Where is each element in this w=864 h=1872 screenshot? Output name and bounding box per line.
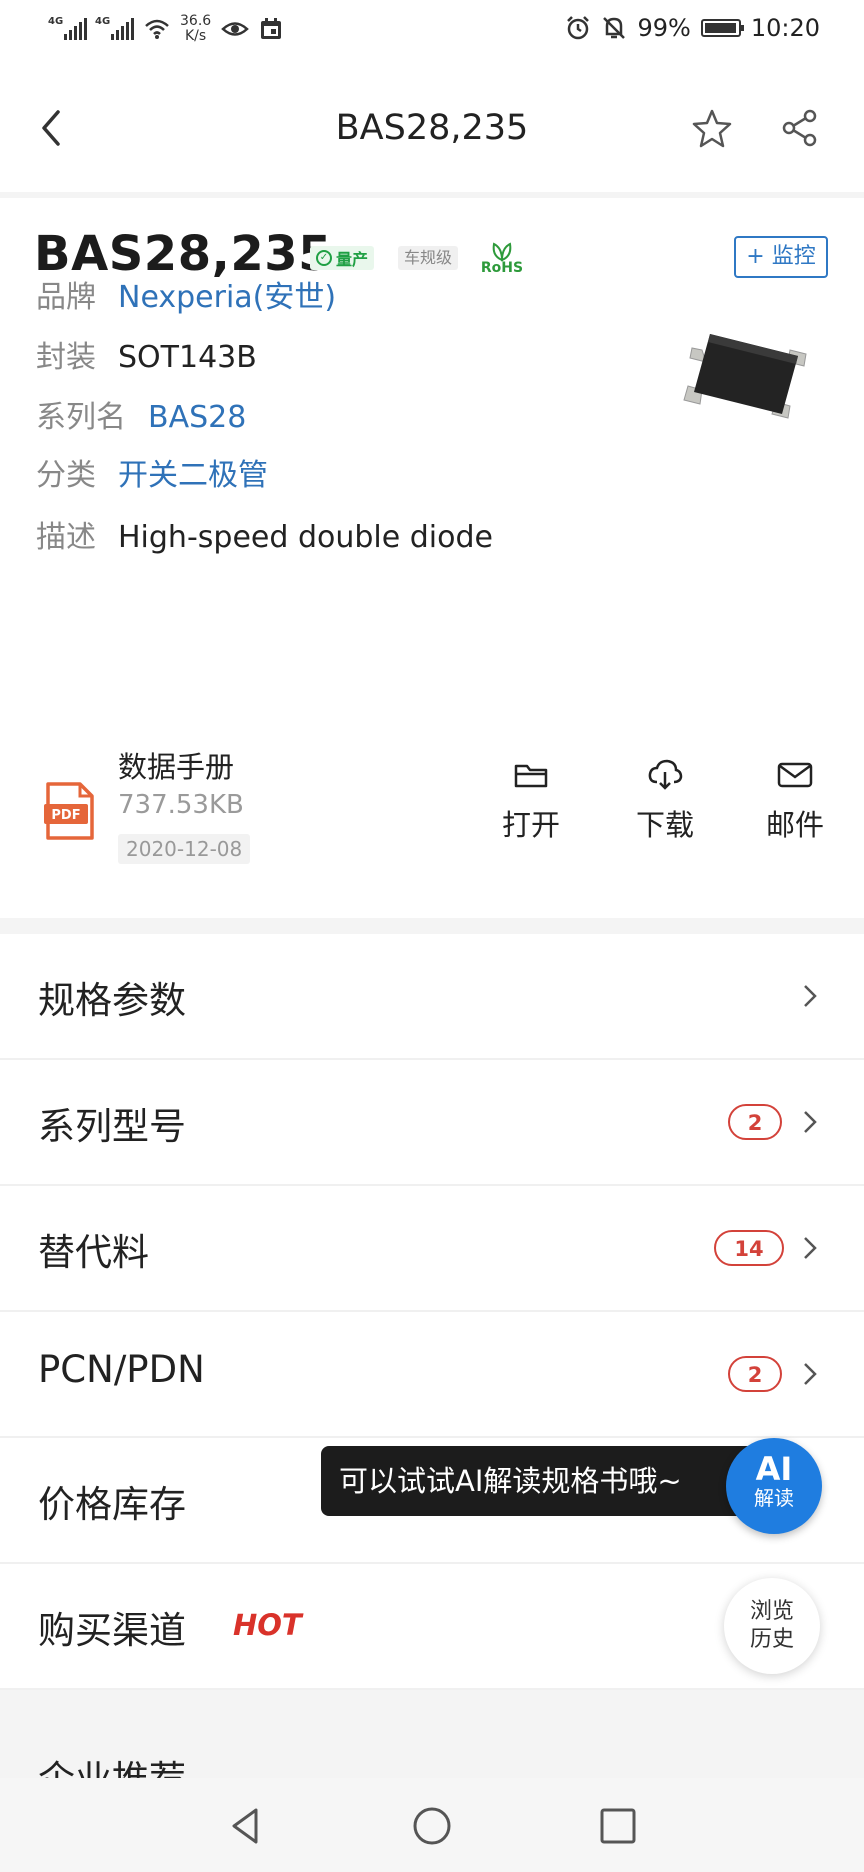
detail-menu: 规格参数 系列型号 2 替代料 14 PCN/PDN 2 价格库存 购买渠道 H… [0,934,864,1690]
mail-icon [777,762,813,788]
alarm-icon [567,16,590,40]
info-row-brand: 品牌 Nexperia(安世) [36,272,336,316]
hot-tag: HOT [233,1608,302,1642]
ai-label: AI [755,1450,793,1488]
datasheet-title[interactable]: 数据手册 [118,744,234,786]
clock: 10:20 [750,14,820,42]
category-link[interactable]: 开关二极管 [118,450,268,494]
nav-back-triangle-icon[interactable] [224,1804,268,1848]
rohs-badge: RoHS [478,238,526,278]
chevron-right-icon [804,1111,817,1133]
rohs-label: RoHS [480,260,524,276]
eye-icon [221,22,250,36]
open-label: 打开 [501,808,560,842]
brand-label: 品牌 [36,280,96,315]
history-line2: 历史 [749,1627,794,1652]
history-line1: 浏览 [749,1599,794,1624]
series-label: 系列名 [36,400,126,435]
app-header: BAS28,235 [0,64,864,192]
system-nav-bar [0,1778,864,1872]
pcn-pdn-count: 2 [728,1356,782,1392]
network-type-1: 4G [48,16,64,27]
product-card: BAS28,235 ✓ 量产 车规级 RoHS + 监控 品牌 Nexperia(… [0,198,864,918]
pdf-file-icon[interactable]: PDF [44,780,96,842]
chevron-right-icon [804,1237,817,1259]
nav-home-circle-icon[interactable] [410,1804,454,1848]
pdf-icon-label: PDF [51,808,80,823]
status-bar: 4G 4G 36.6 K/s 99% 10:20 [0,0,864,64]
menu-label-series-models: 系列型号 [38,1105,186,1148]
alternatives-count: 14 [714,1230,784,1266]
datasheet-size: 737.53KB [118,790,244,820]
monitor-button[interactable]: + 监控 [734,236,828,278]
chevron-right-icon [804,1363,817,1385]
info-row-series: 系列名 BAS28 [36,392,246,436]
info-row-description: 描述 High-speed double diode [36,512,493,556]
folder-icon [514,764,548,788]
ai-interpret-label: 解读 [754,1486,794,1510]
signal-icon-sim1: 4G [48,16,87,40]
series-link[interactable]: BAS28 [148,400,246,435]
menu-label-pcn-pdn: PCN/PDN [38,1348,205,1391]
menu-label-specs: 规格参数 [38,979,186,1022]
product-image[interactable] [672,310,832,440]
series-models-count: 2 [728,1104,782,1140]
category-label: 分类 [36,458,96,493]
battery-icon [700,19,744,37]
brand-link[interactable]: Nexperia(安世) [118,272,336,316]
datasheet-date: 2020-12-08 [118,834,251,864]
wifi-icon [145,19,169,39]
datasheet-row: PDF 数据手册 737.53KB 2020-12-08 打开 下载 邮件 [0,718,864,918]
check-circle-icon: ✓ [316,250,332,266]
menu-label-alternatives: 替代料 [38,1231,149,1274]
menu-label-purchase-channels: 购买渠道 [38,1609,186,1652]
automotive-grade-badge: 车规级 [398,246,459,270]
package-label: 封装 [36,340,96,375]
network-type-2: 4G [95,16,111,27]
mass-production-badge: ✓ 量产 [310,246,375,270]
nav-recents-square-icon[interactable] [596,1804,640,1848]
status-bar-right: 99% 10:20 [565,14,820,42]
menu-item-pcn-pdn[interactable]: PCN/PDN 2 [0,1312,864,1438]
email-button[interactable]: 邮件 [750,758,840,844]
section-title-partial: 企业推荐 [38,1760,186,1780]
menu-item-specs[interactable]: 规格参数 [0,934,864,1060]
download-button[interactable]: 下载 [620,758,710,844]
favorite-star-icon[interactable] [692,108,732,148]
cloud-download-icon [648,759,683,790]
menu-label-price-stock: 价格库存 [38,1483,186,1526]
info-row-category: 分类 开关二极管 [36,450,268,494]
speed-unit: K/s [184,28,207,44]
download-label: 下载 [635,808,694,842]
mute-bell-icon [603,17,626,39]
leaf-icon [492,242,512,262]
menu-item-alternatives[interactable]: 替代料 14 [0,1186,864,1312]
description-value: High-speed double diode [118,520,493,555]
info-row-package: 封装 SOT143B [36,332,257,376]
browse-history-button[interactable]: 浏览 历史 [724,1578,820,1674]
speed-value: 36.6 [180,13,212,29]
ai-interpret-button[interactable]: AI 解读 [726,1438,822,1534]
status-bar-left: 4G 4G 36.6 K/s [48,14,283,44]
ai-tooltip[interactable]: 可以试试AI解读规格书哦~ [321,1446,761,1516]
email-label: 邮件 [765,808,824,842]
share-icon[interactable] [780,108,820,148]
page-title: BAS28,235 [335,108,529,148]
calendar-icon [261,18,282,39]
mass-production-label: 量产 [336,250,369,269]
menu-item-series-models[interactable]: 系列型号 2 [0,1060,864,1186]
package-value: SOT143B [118,340,257,375]
open-button[interactable]: 打开 [486,758,576,844]
description-label: 描述 [36,520,96,555]
signal-icon-sim2: 4G [95,16,134,40]
network-speed: 36.6 K/s [180,14,211,44]
chevron-right-icon [804,985,817,1007]
battery-percent: 99% [637,14,691,42]
